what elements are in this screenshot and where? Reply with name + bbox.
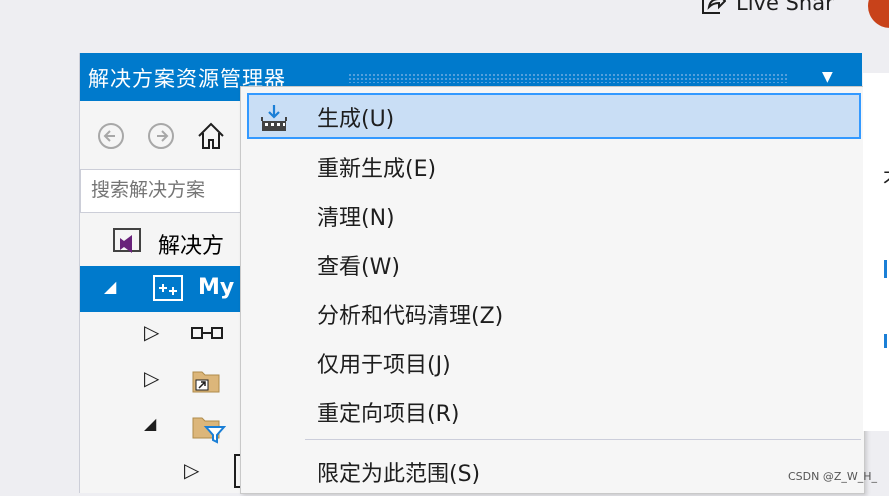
project-label: My bbox=[198, 275, 235, 300]
menu-item-retarget[interactable]: 重定向项目(R) bbox=[247, 388, 861, 434]
menu-item-clean[interactable]: 清理(N) bbox=[247, 192, 861, 238]
menu-item-scope-to-this[interactable]: 限定为此范围(S) bbox=[247, 448, 861, 494]
back-arrow-icon bbox=[98, 123, 124, 149]
menu-item-label: 查看(W) bbox=[317, 255, 400, 280]
live-share-label: Live Shar bbox=[736, 0, 834, 15]
search-input[interactable] bbox=[81, 170, 261, 210]
filter-folder-icon bbox=[192, 417, 226, 444]
visual-studio-solution-icon bbox=[113, 228, 141, 253]
right-panel-text: 才 bbox=[883, 161, 889, 190]
home-icon bbox=[198, 122, 224, 149]
home-button[interactable] bbox=[194, 119, 228, 153]
menu-item-label: 分析和代码清理(Z) bbox=[317, 304, 504, 329]
menu-item-build[interactable]: 生成(U) bbox=[247, 93, 861, 139]
back-button[interactable] bbox=[94, 119, 128, 153]
menu-item-label: 重新生成(E) bbox=[317, 157, 437, 182]
collapse-triangle-icon[interactable]: ▷ bbox=[144, 320, 159, 344]
watermark: CSDN @Z_W_H_ bbox=[788, 470, 878, 483]
build-icon bbox=[261, 105, 287, 131]
collapse-triangle-icon[interactable]: ▷ bbox=[144, 366, 159, 390]
right-panel-marker bbox=[884, 260, 887, 278]
forward-arrow-icon bbox=[148, 123, 174, 149]
collapse-triangle-icon[interactable]: ▷ bbox=[184, 458, 199, 482]
right-panel-fragment: 才 bbox=[863, 73, 889, 431]
menu-separator bbox=[305, 439, 861, 440]
live-share-button[interactable]: Live Shar bbox=[700, 0, 834, 16]
menu-item-project-only[interactable]: 仅用于项目(J) bbox=[247, 339, 861, 385]
expand-triangle-icon[interactable]: ◢ bbox=[144, 414, 156, 433]
menu-item-rebuild[interactable]: 重新生成(E) bbox=[247, 143, 861, 189]
menu-item-analyze[interactable]: 分析和代码清理(Z) bbox=[247, 290, 861, 336]
expand-triangle-icon[interactable]: ◢ bbox=[104, 277, 116, 296]
forward-button[interactable] bbox=[144, 119, 178, 153]
right-panel-marker bbox=[884, 334, 887, 348]
solution-label: 解决方 bbox=[158, 234, 225, 259]
project-icon bbox=[153, 275, 183, 301]
menu-item-label: 清理(N) bbox=[317, 206, 395, 231]
menu-item-label: 生成(U) bbox=[317, 107, 395, 132]
live-share-icon bbox=[702, 0, 726, 14]
folder-shortcut-icon bbox=[192, 371, 220, 393]
menu-item-label: 限定为此范围(S) bbox=[317, 462, 481, 487]
search-box[interactable] bbox=[80, 169, 261, 213]
menu-item-label: 重定向项目(R) bbox=[317, 402, 460, 427]
references-icon bbox=[191, 327, 223, 339]
menu-item-view[interactable]: 查看(W) bbox=[247, 241, 861, 287]
chevron-down-icon[interactable]: ▼ bbox=[822, 69, 833, 85]
menu-item-label: 仅用于项目(J) bbox=[317, 353, 451, 378]
user-avatar[interactable] bbox=[868, 0, 889, 28]
titlebar-grip bbox=[348, 73, 788, 83]
context-menu: 生成(U) 重新生成(E) 清理(N) 查看(W) 分析和代码清理(Z) 仅用于… bbox=[240, 86, 865, 494]
